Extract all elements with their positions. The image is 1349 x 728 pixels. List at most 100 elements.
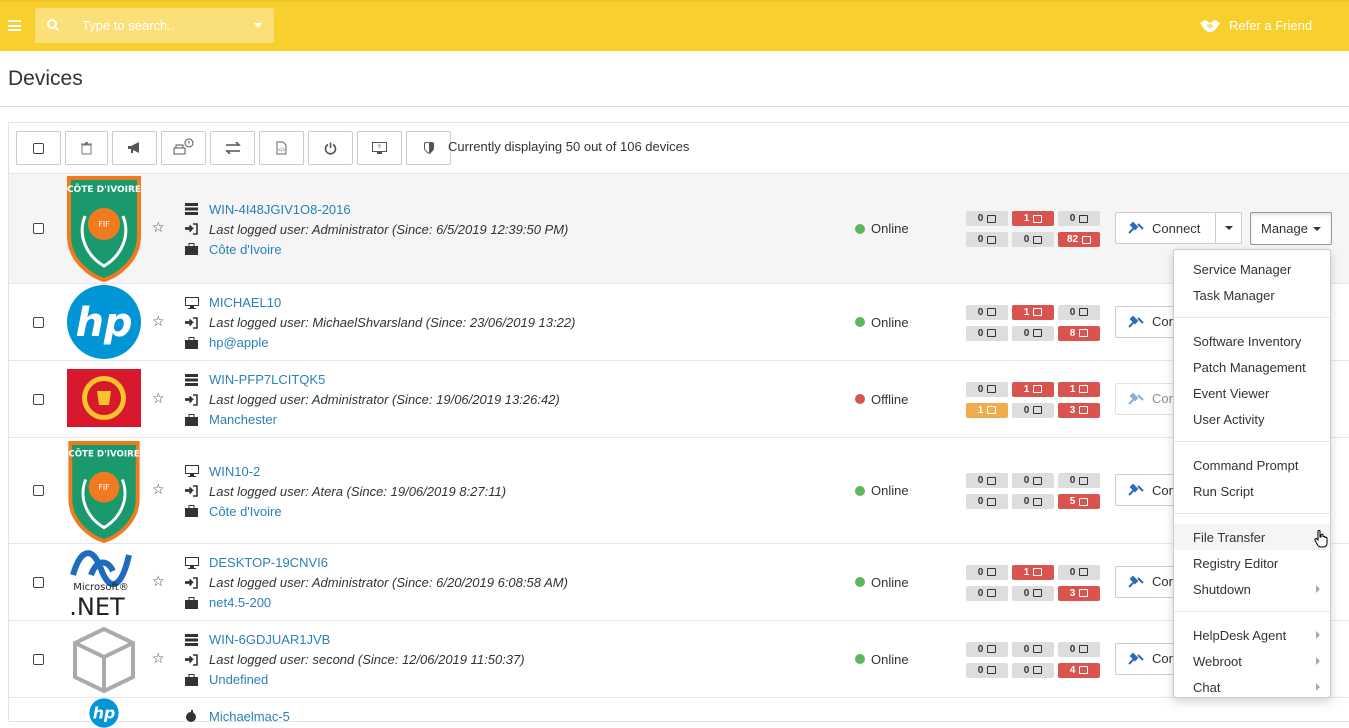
search-dropdown-icon[interactable] <box>254 23 262 28</box>
customer-link[interactable]: Côte d'Ivoire <box>209 242 282 257</box>
power-button[interactable] <box>308 131 353 165</box>
menu-item-event-viewer[interactable]: Event Viewer <box>1174 380 1330 406</box>
menu-item-user-activity[interactable]: User Activity <box>1174 406 1330 432</box>
badge-chart[interactable]: 0 <box>966 585 1008 601</box>
badge-building[interactable]: 0 <box>966 381 1008 397</box>
badge-printer[interactable]: 1 <box>1012 381 1054 397</box>
badge-printer[interactable]: 1 <box>1012 564 1054 580</box>
connect-dropdown-toggle[interactable] <box>1216 226 1241 230</box>
menu-item-run-script[interactable]: Run Script <box>1174 478 1330 504</box>
badge-mail[interactable]: 0 <box>1012 325 1054 341</box>
badge-mail[interactable]: 0 <box>1012 402 1054 418</box>
table-row[interactable]: ☆ WIN-6GDJUAR1JVB Last logged user: seco… <box>9 620 1349 697</box>
security-button[interactable] <box>406 131 451 165</box>
favorite-star-icon[interactable]: ☆ <box>152 573 165 590</box>
connect-button[interactable]: Connect <box>1115 212 1243 244</box>
badge-heart[interactable]: 0 <box>1058 211 1100 226</box>
badge-building[interactable]: 0 <box>966 564 1008 580</box>
menu-item-chat[interactable]: Chat <box>1174 674 1330 700</box>
badge-heart[interactable]: 0 <box>1058 641 1100 657</box>
badge-mail[interactable]: 0 <box>1012 494 1054 509</box>
search-input[interactable]: Type to search.. <box>82 18 175 33</box>
badge-printer[interactable]: 0 <box>1012 641 1054 657</box>
menu-item-task-manager[interactable]: Task Manager <box>1174 282 1330 308</box>
badge-grid[interactable]: 4 <box>1058 662 1100 678</box>
badge-grid[interactable]: 3 <box>1058 402 1100 418</box>
connect-button[interactable]: Connect <box>1115 305 1175 338</box>
device-name-link[interactable]: WIN-PFP7LCITQK5 <box>209 372 325 387</box>
favorite-star-icon[interactable]: ☆ <box>152 650 165 667</box>
table-row[interactable]: hp Michaelmac-5 <box>9 697 1349 728</box>
device-name-link[interactable]: WIN-4I48JGIV1O8-2016 <box>209 202 351 217</box>
hamburger-menu-icon[interactable] <box>8 20 21 31</box>
badge-chart[interactable]: 0 <box>966 494 1008 509</box>
table-row[interactable]: CÔTE D'IVOIRE FIF ☆ WIN10-2 Last logged u… <box>9 437 1349 543</box>
select-all-checkbox[interactable] <box>33 142 44 154</box>
device-name-link[interactable]: WIN10-2 <box>209 464 260 479</box>
table-row[interactable]: ☆ WIN-PFP7LCITQK5 Last logged user: Admi… <box>9 360 1349 437</box>
search-box[interactable]: Type to search.. <box>35 8 274 43</box>
row-checkbox[interactable] <box>33 576 44 588</box>
favorite-star-icon[interactable]: ☆ <box>152 219 165 236</box>
badge-mail[interactable]: 0 <box>1012 662 1054 678</box>
badge-chart[interactable]: 1 <box>966 402 1008 418</box>
badge-printer[interactable]: 1 <box>1012 304 1054 320</box>
badge-mail[interactable]: 0 <box>1012 585 1054 601</box>
menu-item-file-transfer[interactable]: File Transfer <box>1174 524 1330 550</box>
printer-status-button[interactable] <box>161 131 206 165</box>
alert-button[interactable] <box>112 131 157 165</box>
device-name-link[interactable]: MICHAEL10 <box>209 295 281 310</box>
device-name-link[interactable]: DESKTOP-19CNVI6 <box>209 555 328 570</box>
badge-printer[interactable]: 0 <box>1012 473 1054 488</box>
device-name-link[interactable]: WIN-6GDJUAR1JVB <box>209 632 330 647</box>
connect-button[interactable]: Connect <box>1115 474 1175 506</box>
badge-building[interactable]: 0 <box>966 473 1008 488</box>
delete-button[interactable] <box>65 131 108 165</box>
customer-link[interactable]: hp@apple <box>209 335 268 350</box>
badge-grid[interactable]: 3 <box>1058 585 1100 601</box>
badge-building[interactable]: 0 <box>966 641 1008 657</box>
select-all-button[interactable] <box>16 131 61 165</box>
table-row[interactable]: Microsoft® .NET ☆ DESKTOP-19CNVI6 Last lo… <box>9 543 1349 620</box>
customer-link[interactable]: net4.5-200 <box>209 595 271 610</box>
manage-button[interactable]: Manage <box>1250 212 1332 245</box>
row-checkbox[interactable] <box>33 485 44 496</box>
badge-grid[interactable]: 8 <box>1058 325 1100 341</box>
row-checkbox[interactable] <box>33 653 44 665</box>
customer-link[interactable]: Côte d'Ivoire <box>209 504 282 519</box>
remote-desktop-button[interactable]: ? <box>357 131 402 165</box>
badge-grid[interactable]: 82 <box>1058 232 1100 247</box>
script-button[interactable]: </> <box>259 131 304 165</box>
row-checkbox[interactable] <box>33 316 44 328</box>
refer-a-friend-link[interactable]: Refer a Friend <box>1199 18 1312 33</box>
row-checkbox[interactable] <box>33 393 44 405</box>
connect-button[interactable]: Connect <box>1115 565 1175 598</box>
favorite-star-icon[interactable]: ☆ <box>152 481 165 498</box>
badge-chart[interactable]: 0 <box>966 662 1008 678</box>
table-row[interactable]: CÔTE D'IVOIRE FIF ☆ WIN-4I48JGIV1O8-2016 … <box>9 173 1349 283</box>
badge-mail[interactable]: 0 <box>1012 232 1054 247</box>
transfer-button[interactable] <box>210 131 255 165</box>
badge-building[interactable]: 0 <box>966 304 1008 320</box>
badge-chart[interactable]: 0 <box>966 325 1008 341</box>
menu-item-shutdown[interactable]: Shutdown <box>1174 576 1330 602</box>
device-name-link[interactable]: Michaelmac-5 <box>209 709 290 724</box>
menu-item-command-prompt[interactable]: Command Prompt <box>1174 452 1330 478</box>
menu-item-registry-editor[interactable]: Registry Editor <box>1174 550 1330 576</box>
badge-printer[interactable]: 1 <box>1012 211 1054 226</box>
badge-grid[interactable]: 5 <box>1058 494 1100 509</box>
menu-item-webroot[interactable]: Webroot <box>1174 648 1330 674</box>
menu-item-service-manager[interactable]: Service Manager <box>1174 256 1330 282</box>
favorite-star-icon[interactable]: ☆ <box>152 390 165 407</box>
badge-heart[interactable]: 0 <box>1058 473 1100 488</box>
badge-heart[interactable]: 0 <box>1058 304 1100 320</box>
badge-heart[interactable]: 0 <box>1058 564 1100 580</box>
menu-item-patch-management[interactable]: Patch Management <box>1174 354 1330 380</box>
badge-building[interactable]: 0 <box>966 211 1008 226</box>
connect-button[interactable]: Connect <box>1115 642 1175 675</box>
connect-button[interactable]: Connect <box>1115 382 1175 415</box>
table-row[interactable]: hp ☆ MICHAEL10 Last logged user: Michael… <box>9 283 1349 360</box>
badge-chart[interactable]: 0 <box>966 232 1008 247</box>
menu-item-software-inventory[interactable]: Software Inventory <box>1174 328 1330 354</box>
badge-heart[interactable]: 1 <box>1058 381 1100 397</box>
